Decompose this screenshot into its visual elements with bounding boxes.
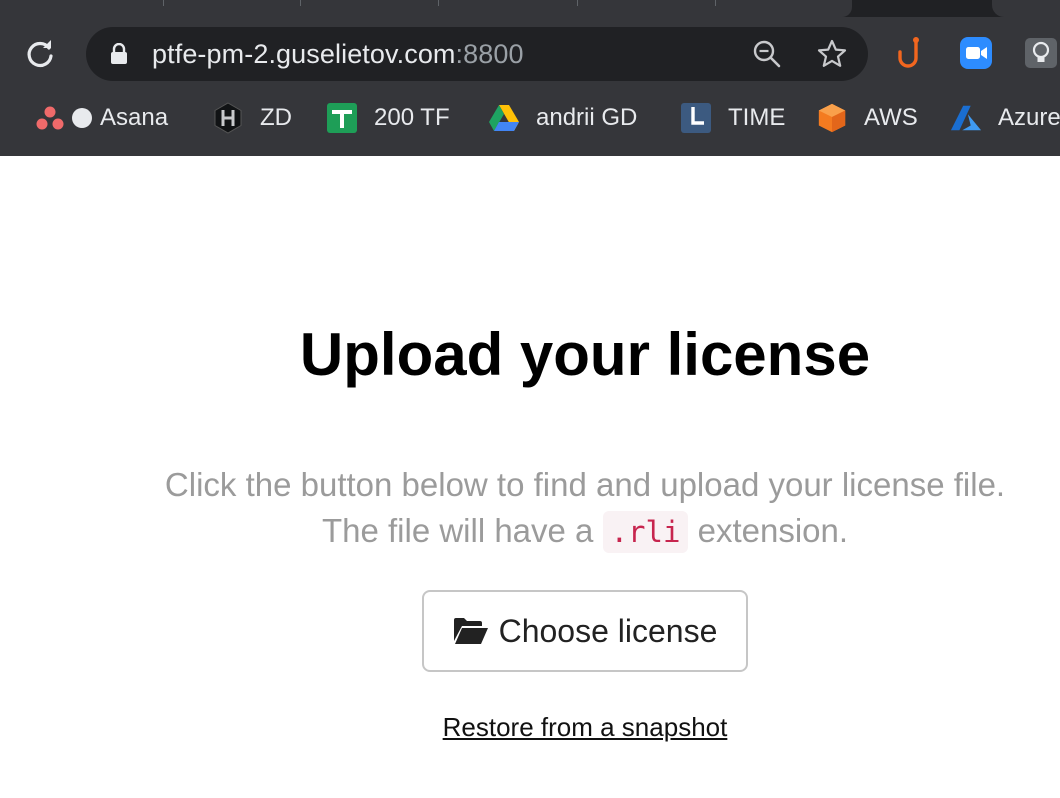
url-host: ptfe-pm-2.guselietov.com [152,39,456,69]
bookmark-time[interactable]: TIME [680,100,785,136]
sheets-icon [326,102,358,134]
bookmark-label: 200 TF [374,104,450,131]
restore-from-snapshot-link[interactable]: Restore from a snapshot [443,712,728,742]
address-bar[interactable]: ptfe-pm-2.guselietov.com:8800 [86,27,868,81]
asana-icon [36,102,64,134]
bookmarks-bar: Asana ZD 200 TF andrii GD TIME AWS Azure [0,96,1060,140]
bookmark-aws[interactable]: AWS [816,100,918,136]
drive-icon [488,102,520,134]
url-port: :8800 [455,39,524,69]
tab-separator [163,0,164,6]
bookmark-azure[interactable]: Azure [950,100,1060,136]
tab-separator [577,0,578,6]
tab-separator [438,0,439,6]
tab-separator [300,0,301,6]
clock-icon [680,102,712,134]
tab-separator [715,0,716,6]
bookmark-label: Azure [998,104,1060,131]
lightbulb-extension-icon[interactable] [1024,36,1058,70]
reload-icon[interactable] [24,38,56,70]
active-tab[interactable] [0,0,852,17]
folder-open-icon [453,617,489,645]
page-title: Upload your license [299,321,871,388]
bookmark-label: TIME [728,104,786,131]
bookmark-asana[interactable]: Asana [36,100,168,136]
choose-license-button[interactable]: Choose license [422,590,748,672]
file-extension-code: .rli [602,511,689,553]
zoom-out-icon[interactable] [752,39,782,74]
tab[interactable] [992,0,1060,17]
description-prefix: The file will have a [321,512,603,549]
circle-icon [72,108,92,128]
description-line-1: Click the button below to find and uploa… [164,466,1006,503]
restore-link-container: Restore from a snapshot [0,712,1060,743]
zoom-video-extension-icon[interactable] [959,36,993,70]
url-text[interactable]: ptfe-pm-2.guselietov.com:8800 [152,40,524,68]
browser-toolbar: ptfe-pm-2.guselietov.com:8800 Asana ZD 2… [0,0,1060,156]
bookmark-zd[interactable]: ZD [212,100,292,136]
bookmark-200-tf[interactable]: 200 TF [326,100,450,136]
bookmark-label: Asana [100,104,169,131]
bookmark-label: AWS [864,104,918,131]
bookmark-label: andrii GD [536,104,638,131]
license-upload-page: Upload your license Click the button bel… [0,156,1060,798]
azure-icon [950,102,982,134]
aws-icon [816,102,848,134]
lock-icon[interactable] [110,42,128,70]
bookmark-star-icon[interactable] [816,38,848,75]
hashicorp-icon [212,102,244,134]
description-suffix: extension. [688,512,849,549]
hook-extension-icon[interactable] [894,36,928,70]
choose-license-label: Choose license [498,612,718,649]
page-description: Click the button below to find and uploa… [0,462,1060,555]
tab-strip [0,0,1060,17]
bookmark-andrii-gd[interactable]: andrii GD [488,100,637,136]
bookmark-label: ZD [260,104,292,131]
